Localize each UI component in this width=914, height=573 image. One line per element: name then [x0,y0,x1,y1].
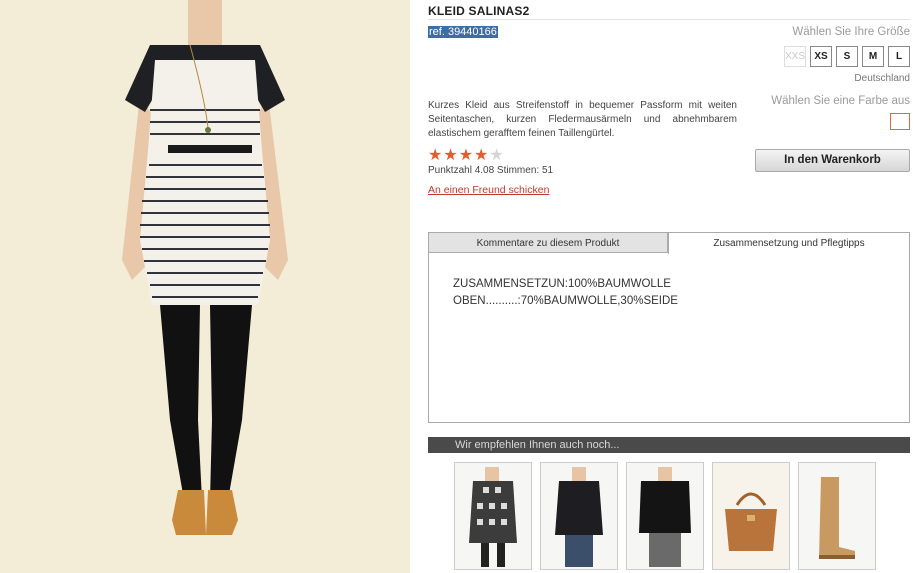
country-label: Deutschland [854,73,910,84]
send-to-friend-link[interactable]: An einen Freund schicken [428,184,549,196]
color-swatch[interactable] [890,113,910,130]
recommendation-item[interactable] [626,462,704,570]
composition-line: OBEN..........:70%BAUMWOLLE,30%SEIDE [453,295,678,307]
tan-boots-thumbnail [799,463,875,569]
recommendations-list [454,462,876,570]
product-title: KLEID SALINAS2 [428,4,530,18]
tab-panel: ZUSAMMENSETZUN:100%BAUMWOLLE OBEN.......… [428,253,910,423]
black-cardigan-thumbnail [541,463,617,569]
size-option-xxs: XXS [784,46,806,67]
title-divider [428,19,910,20]
product-ref: ref. 39440166 [428,26,498,38]
color-selector-label: Wählen Sie eine Farbe aus [771,95,910,107]
size-option-xs[interactable]: XS [810,46,832,67]
recommendation-item[interactable] [540,462,618,570]
size-option-s[interactable]: S [836,46,858,67]
composition-line: ZUSAMMENSETZUN:100%BAUMWOLLE [453,278,671,290]
star-filled-icon[interactable]: ★ [474,148,488,164]
star-filled-icon[interactable]: ★ [459,148,473,164]
tab-composition-care[interactable]: Zusammensetzung und Pflegtipps [668,232,910,254]
recommendation-item[interactable] [798,462,876,570]
recommendation-item[interactable] [454,462,532,570]
size-selector: XXS XS S M L [784,46,910,67]
leather-jacket-thumbnail [627,463,703,569]
recommendation-item[interactable] [712,462,790,570]
composition-text: ZUSAMMENSETZUN:100%BAUMWOLLE OBEN.......… [453,276,678,310]
recommendations-heading: Wir empfehlen Ihnen auch noch... [428,437,910,453]
brown-handbag-thumbnail [713,463,789,569]
size-option-m[interactable]: M [862,46,884,67]
star-filled-icon[interactable]: ★ [443,148,457,164]
plaid-dress-vest-thumbnail [455,463,531,569]
striped-dress-model-image [0,0,410,573]
star-filled-icon[interactable]: ★ [428,148,442,164]
size-option-l[interactable]: L [888,46,910,67]
product-tabs: ZUSAMMENSETZUN:100%BAUMWOLLE OBEN.......… [428,232,910,423]
size-selector-label: Wählen Sie Ihre Größe [792,26,910,38]
star-empty-icon[interactable]: ★ [489,148,503,164]
product-description: Kurzes Kleid aus Streifenstoff in bequem… [428,100,737,139]
rating-stars[interactable]: ★ ★ ★ ★ ★ [428,148,504,164]
add-to-cart-button[interactable]: In den Warenkorb [755,149,910,172]
tab-comments[interactable]: Kommentare zu diesem Produkt [428,232,668,253]
product-photo [0,0,410,573]
rating-score: Punktzahl 4.08 Stimmen: 51 [428,165,554,176]
